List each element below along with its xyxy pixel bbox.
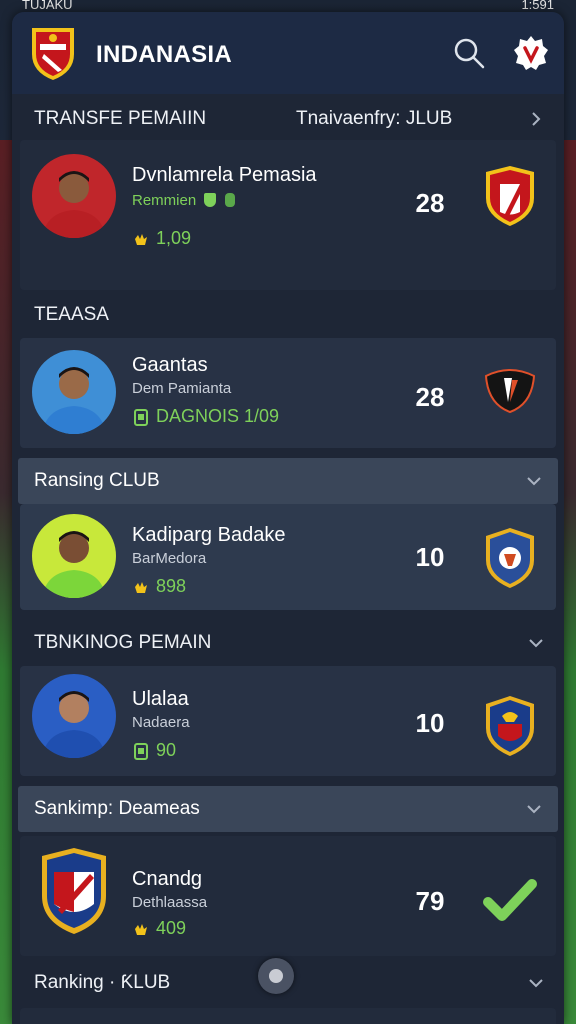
avatar <box>32 154 116 238</box>
player-name: Kadiparg Badake <box>132 524 286 546</box>
floating-action-button[interactable] <box>258 958 294 994</box>
card-icon <box>134 408 148 426</box>
club-logo-icon <box>42 848 106 934</box>
player-stat: 409 <box>132 918 186 939</box>
club-crest-black-icon[interactable] <box>482 364 538 414</box>
player-role: Remmien <box>132 192 235 209</box>
player-number: 28 <box>415 382 445 412</box>
list-item[interactable]: Ulalaa Nadaera 90 10 <box>20 666 556 776</box>
section-filter-label[interactable]: Tnaivaenfry: JLUB <box>296 108 452 130</box>
player-stat: 1,09 <box>132 228 191 249</box>
list-item[interactable]: Gaantas Dem Pamianta DAGNOIS 1/09 28 <box>20 338 556 448</box>
player-name: Ulalaa <box>132 688 189 710</box>
avatar <box>32 674 116 758</box>
chevron-down-icon[interactable] <box>526 973 546 993</box>
player-name: Gaantas <box>132 354 208 376</box>
list-item[interactable]: Cnandg Dethlaassa 409 79 <box>20 836 556 956</box>
section-title: TEAASA <box>34 304 109 325</box>
section-header-ranking-player[interactable]: TBNKINOG PEMAIN <box>12 620 564 666</box>
player-name: Dvnlamrela Pemasia <box>132 164 317 186</box>
avatar <box>32 350 116 434</box>
chevron-down-icon[interactable] <box>526 633 546 653</box>
player-role: Dethlaassa <box>132 894 208 911</box>
player-photo-icon <box>32 514 116 598</box>
club-shield-navy-icon[interactable] <box>482 694 538 758</box>
player-number: 10 <box>415 708 445 738</box>
status-left: TUJAKU <box>22 0 73 12</box>
search-icon[interactable] <box>452 36 486 70</box>
app-bar: INDANASIA <box>12 12 564 94</box>
player-photo-icon <box>32 674 116 758</box>
player-photo-icon <box>32 350 116 434</box>
player-number: 28 <box>415 188 445 218</box>
list-item[interactable]: Kadiparg Badake BarMedora 898 10 <box>20 504 556 610</box>
player-stat: DAGNOIS 1/09 <box>132 406 279 427</box>
hand-icon <box>135 923 147 935</box>
chevron-down-icon[interactable] <box>524 799 544 819</box>
profile-badge-icon[interactable] <box>512 34 550 72</box>
avatar <box>32 514 116 598</box>
chevron-right-icon[interactable] <box>526 109 546 129</box>
player-stat-value: DAGNOIS 1/09 <box>156 406 280 426</box>
section-title: Sankimp: Deameas <box>34 798 200 819</box>
player-number: 79 <box>415 886 445 916</box>
player-stat: 90 <box>132 740 176 761</box>
section-title: Ranking · ƘLUB <box>34 972 171 993</box>
player-photo-icon <box>32 154 116 238</box>
section-title: TRANSFE PEMAIIN <box>34 108 207 129</box>
player-name: Cnandg <box>132 868 203 890</box>
shield-icon <box>224 193 235 207</box>
hand-icon <box>135 581 147 593</box>
section-title: TBNKINOG PEMAIN <box>34 632 212 653</box>
chevron-down-icon[interactable] <box>524 471 544 491</box>
status-time: 1:591 <box>521 0 554 12</box>
player-role-text: Remmien <box>132 192 197 209</box>
main-panel: INDANASIA TRANSFE PEMAIIN Tnaivaenfry: J… <box>12 12 564 1024</box>
club-logo-icon[interactable] <box>28 24 78 82</box>
section-header-ranking-club[interactable]: Ransing CLUB <box>18 458 558 504</box>
shield-icon <box>204 193 217 207</box>
club-shield-red-icon[interactable] <box>482 164 538 228</box>
player-stat: 898 <box>132 576 186 597</box>
player-role: Nadaera <box>132 714 190 731</box>
section-title: Ransing CLUB <box>34 470 160 491</box>
player-role: Dem Pamianta <box>132 380 232 397</box>
section-header-transfer[interactable]: TRANSFE PEMAIIN Tnaivaenfry: JLUB <box>12 96 564 142</box>
section-header-ranking-demean[interactable]: Sankimp: Deameas <box>18 786 558 832</box>
player-stat-value: 409 <box>156 918 187 938</box>
status-bar: TUJAKU 1:591 <box>0 0 576 12</box>
list-item[interactable]: Dvnlamrela Pemasia Remmien 1,09 28 <box>20 140 556 290</box>
card-icon <box>134 742 148 760</box>
player-stat-value: 898 <box>156 576 187 596</box>
player-number: 10 <box>415 542 445 572</box>
check-icon[interactable] <box>482 876 538 924</box>
player-stat-value: 90 <box>156 740 177 760</box>
hand-icon <box>135 233 147 245</box>
list-item[interactable] <box>20 1008 556 1024</box>
club-shield-blue-icon[interactable] <box>482 526 538 590</box>
section-header-team: TEAASA <box>12 292 564 338</box>
player-role: BarMedora <box>132 550 207 567</box>
app-title: INDANASIA <box>96 41 233 68</box>
player-stat-value: 1,09 <box>156 228 192 248</box>
